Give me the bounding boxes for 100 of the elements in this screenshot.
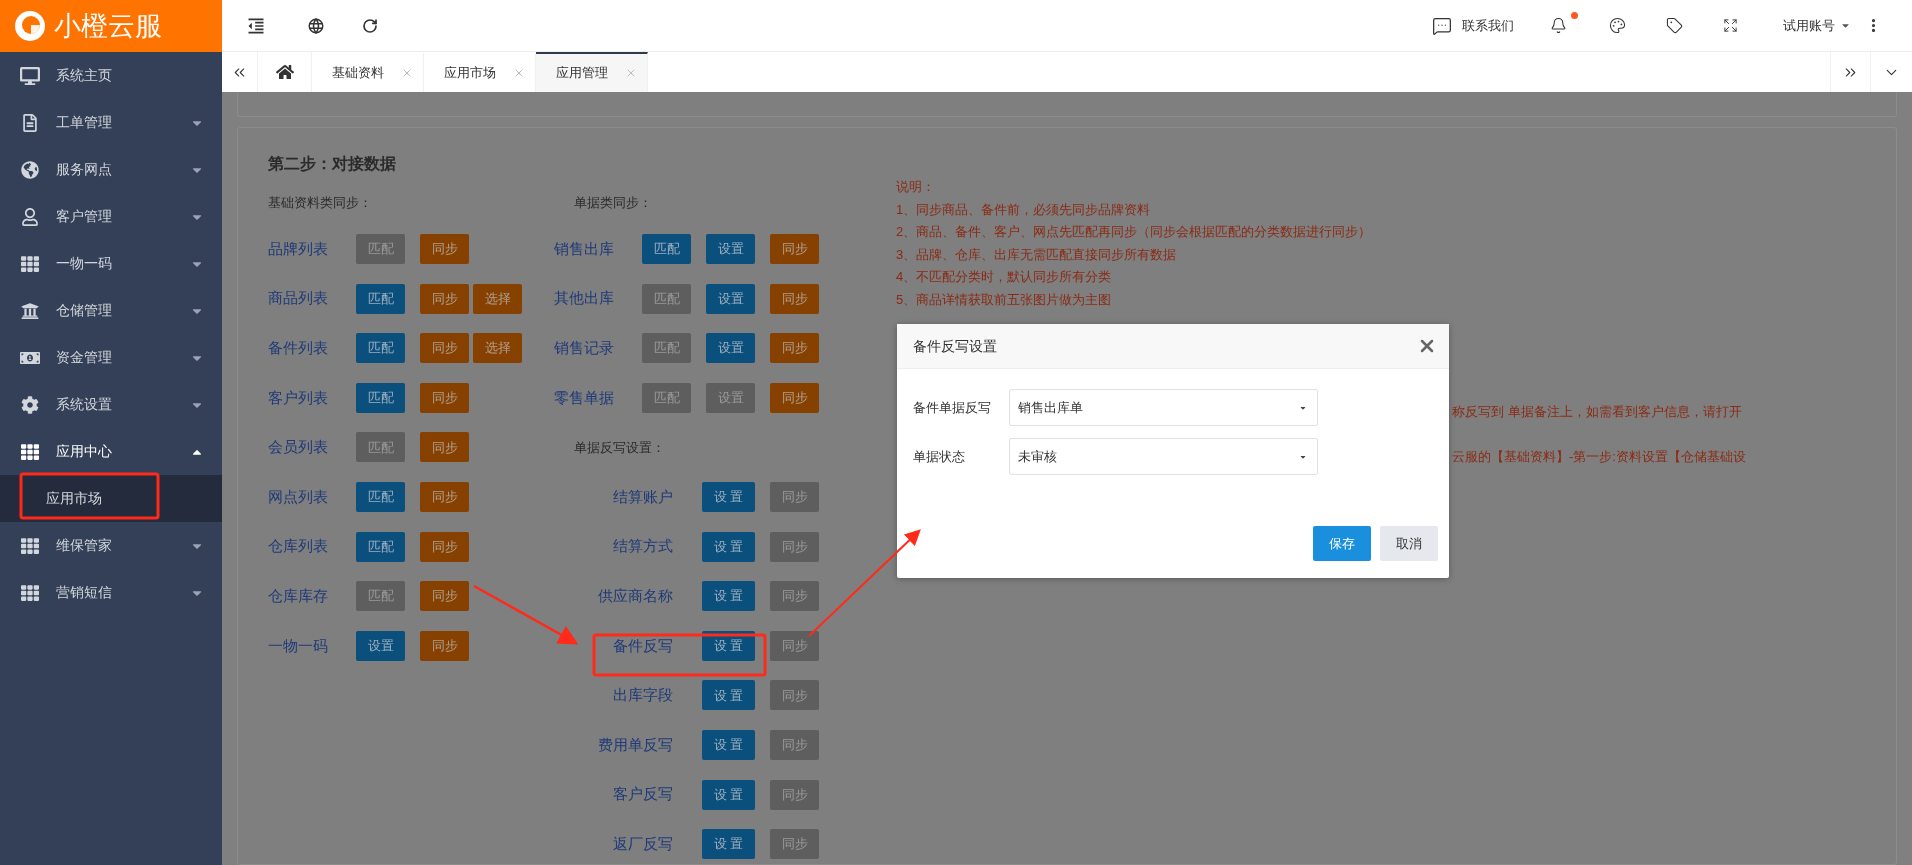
note-text: 2、商品、备件、客户、网点先匹配再同步（同步会根据匹配的分类数据进行同步） [896,223,1373,241]
action-button[interactable]: 设 置 [702,680,755,711]
select-field[interactable]: 销售出库单 [1009,389,1318,426]
action-button[interactable]: 设 置 [702,531,755,562]
grid-icon [20,442,40,461]
row-label[interactable]: 仓库库存 [268,584,356,608]
sidebar-subitem[interactable]: 应用市场 [0,475,222,522]
row-label[interactable]: 其他出库 [554,287,642,310]
row-label[interactable]: 备件列表 [268,336,356,360]
action-button[interactable]: 同步 [420,382,469,413]
action-button[interactable]: 匹配 [356,283,405,314]
action-button[interactable]: 同步 [420,234,469,264]
note-text: 1、同步商品、备件前，必须先同步品牌资料 [896,200,1152,219]
action-button[interactable]: 匹配 [356,333,405,364]
action-button[interactable]: 设 置 [702,481,755,512]
action-button[interactable]: 匹配 [356,481,405,512]
row-label[interactable]: 备件反写 [554,634,673,657]
contact-link[interactable]: 联系我们 [1462,15,1514,36]
logo-text: 小橙云服 [54,12,162,40]
action-button[interactable]: 同步 [420,531,469,562]
sidebar-item[interactable]: 应用中心 [0,428,222,475]
row-label[interactable]: 结算方式 [554,535,673,558]
sidebar-item[interactable]: 服务网点 [0,146,222,193]
action-button[interactable]: 同步 [420,333,469,364]
sidebar-label: 资金管理 [56,348,112,367]
logo-icon [14,10,46,42]
sidebar-item[interactable]: 工单管理 [0,99,222,146]
action-button[interactable]: 设 置 [702,729,755,760]
select-field[interactable]: 未审核 [1009,438,1318,475]
section-title: 第二步：对接数据 [268,154,397,174]
sidebar-label: 客户管理 [56,207,112,226]
sidebar-item[interactable]: 维保管家 [0,522,222,569]
row-label[interactable]: 费用单反写 [554,733,673,757]
row-label[interactable]: 结算账户 [554,485,673,509]
action-button[interactable]: 同步 [420,481,469,512]
sidebar-item[interactable]: 营销短信 [0,569,222,616]
action-button[interactable]: 设置 [706,283,755,314]
sidebar-item[interactable]: 仓储管理 [0,287,222,334]
sidebar-label: 服务网点 [56,160,112,179]
action-button[interactable]: 设 置 [702,779,755,810]
sidebar-item[interactable]: 系统主页 [0,52,222,99]
sidebar-label: 应用中心 [56,442,112,461]
action-button[interactable]: 设置 [356,630,405,661]
action-button[interactable]: 设置 [706,234,755,264]
action-button[interactable]: 匹配 [356,531,405,562]
dialog-button[interactable]: 取消 [1380,526,1438,561]
gear-icon [20,395,40,414]
action-button[interactable]: 同步 [420,283,469,314]
action-button[interactable]: 匹配 [356,382,405,413]
sidebar-label: 维保管家 [56,536,112,555]
row-label[interactable]: 客户反写 [554,783,673,806]
row-label[interactable]: 仓库列表 [268,535,356,558]
action-button[interactable]: 同步 [770,283,819,314]
sidebar-item[interactable]: 资金管理 [0,334,222,381]
note-text: 3、品牌、仓库、出库无需匹配直接同步所有数据 [896,245,1178,264]
row-label[interactable]: 销售出库 [554,237,642,261]
action-button[interactable]: 设 置 [702,581,755,612]
sidebar-label: 营销短信 [56,583,112,602]
row-label[interactable]: 销售记录 [554,336,642,360]
action-button[interactable]: 同步 [420,432,469,463]
action-button[interactable]: 选择 [473,333,522,364]
row-label[interactable]: 客户列表 [268,386,356,410]
refresh-icon[interactable] [362,17,378,34]
action-button[interactable]: 同步 [770,333,819,364]
monitor-icon [20,66,40,85]
tag-icon[interactable] [1666,17,1683,34]
action-button[interactable]: 同步 [770,234,819,264]
row-label[interactable]: 零售单据 [554,386,642,410]
globe-icon[interactable] [307,16,325,35]
action-button[interactable]: 同步 [420,581,469,612]
palette-icon[interactable] [1609,17,1626,34]
notification-icon[interactable] [1550,17,1567,34]
row-label[interactable]: 出库字段 [554,684,673,707]
section-heading: 基础资料类同步： [268,194,373,212]
dialog-button[interactable]: 保存 [1313,526,1371,561]
fullscreen-icon[interactable] [1723,18,1738,33]
field-label: 备件单据反写 [913,398,992,417]
action-button[interactable]: 匹配 [642,234,691,264]
sidebar-item[interactable]: 一物一码 [0,240,222,287]
action-button[interactable]: 同步 [770,382,819,413]
action-button[interactable]: 同步 [420,630,469,661]
row-label[interactable]: 一物一码 [268,634,356,657]
section-heading: 单据类同步： [573,194,653,212]
row-label[interactable]: 品牌列表 [268,237,356,261]
account-menu[interactable]: 试用账号 [1783,15,1851,36]
row-label[interactable]: 供应商名称 [554,584,673,608]
action-button[interactable]: 设 置 [702,829,755,860]
sidebar-label: 仓储管理 [56,301,112,320]
sidebar-item[interactable]: 客户管理 [0,193,222,240]
row-label[interactable]: 商品列表 [268,287,356,310]
home-icon[interactable] [275,63,294,81]
page-tab[interactable]: 应用管理 [536,52,648,92]
chat-icon[interactable] [1432,15,1452,36]
row-label[interactable]: 网点列表 [268,485,356,509]
action-button[interactable]: 选择 [473,283,522,314]
action-button[interactable]: 设置 [706,333,755,364]
globe-icon [20,160,40,179]
row-label[interactable]: 返厂反写 [554,832,673,856]
sidebar-item[interactable]: 系统设置 [0,381,222,428]
row-label[interactable]: 会员列表 [268,436,356,459]
